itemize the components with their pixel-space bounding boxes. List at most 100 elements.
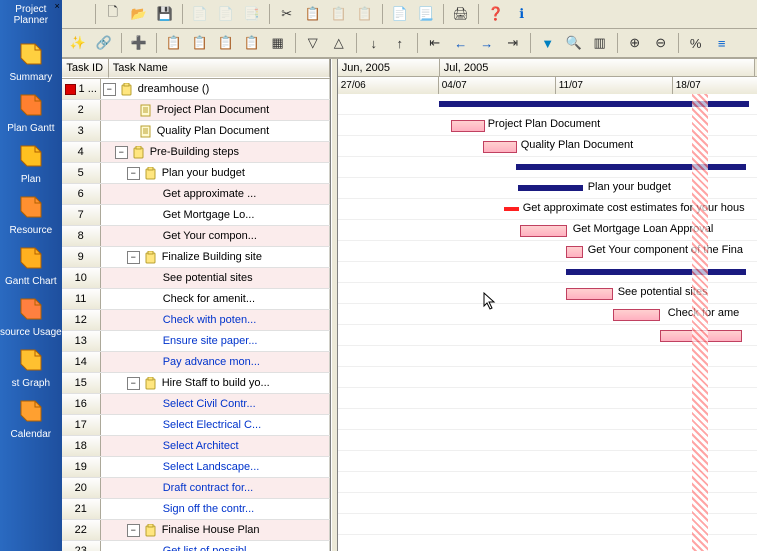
- cell-name[interactable]: Select Electrical C...: [101, 415, 330, 435]
- gantt-row[interactable]: [338, 472, 757, 493]
- gantt-row[interactable]: Get Mortgage Loan Approval: [338, 220, 757, 241]
- gantt-bar[interactable]: [566, 288, 613, 300]
- table-row[interactable]: 15−Hire Staff to build yo...: [62, 373, 330, 394]
- cell-name[interactable]: Select Civil Contr...: [101, 394, 330, 414]
- gantt-row[interactable]: [338, 325, 757, 346]
- table-row[interactable]: 20Draft contract for...: [62, 478, 330, 499]
- gantt-row[interactable]: See potential sites: [338, 283, 757, 304]
- table-row[interactable]: 21Sign off the contr...: [62, 499, 330, 520]
- cell-id[interactable]: 17: [62, 415, 101, 435]
- gantt-bar[interactable]: [451, 120, 485, 132]
- cell-name[interactable]: −Pre-Building steps: [101, 142, 330, 162]
- cell-name[interactable]: Pay advance mon...: [101, 352, 330, 372]
- blank-button[interactable]: [66, 2, 90, 26]
- sidebar-item-gantt[interactable]: Plan Gantt: [0, 89, 62, 134]
- gantt-row[interactable]: [338, 367, 757, 388]
- table-row[interactable]: 12Check with poten...: [62, 310, 330, 331]
- cell-name[interactable]: See potential sites: [101, 268, 330, 288]
- cell-name[interactable]: Ensure site paper...: [101, 331, 330, 351]
- gantt-row[interactable]: [338, 94, 757, 115]
- gantt-bar[interactable]: [660, 330, 742, 342]
- table-row[interactable]: 5−Plan your budget: [62, 163, 330, 184]
- tree-expander[interactable]: −: [127, 377, 140, 390]
- gantt-row[interactable]: [338, 262, 757, 283]
- cell-id[interactable]: 19: [62, 457, 101, 477]
- zoomin-button[interactable]: ⊕: [623, 31, 647, 55]
- gantt-row[interactable]: [338, 493, 757, 514]
- grid-button[interactable]: ▦: [266, 31, 290, 55]
- cell-name[interactable]: Get list of possibl...: [101, 541, 330, 551]
- down-button[interactable]: ↓: [362, 31, 386, 55]
- gantt-row[interactable]: Get approximate cost estimates for your …: [338, 199, 757, 220]
- cell-id[interactable]: 22: [62, 520, 101, 540]
- cell-id[interactable]: 1 ...: [62, 79, 101, 99]
- gantt-row[interactable]: [338, 388, 757, 409]
- cell-id[interactable]: 10: [62, 268, 101, 288]
- table-row[interactable]: 19Select Landscape...: [62, 457, 330, 478]
- gantt-bar[interactable]: [516, 164, 746, 170]
- gantt-bar[interactable]: [439, 101, 749, 107]
- table-row[interactable]: 1 ...−dreamhouse (): [62, 79, 330, 100]
- table-row[interactable]: 16Select Civil Contr...: [62, 394, 330, 415]
- cell-name[interactable]: −dreamhouse (): [101, 79, 330, 99]
- cell-id[interactable]: 21: [62, 499, 101, 519]
- cell-id[interactable]: 8: [62, 226, 101, 246]
- sidebar-close-x[interactable]: ×: [54, 1, 59, 11]
- cell-name[interactable]: Project Plan Document: [101, 100, 330, 120]
- sidebar-item-summary[interactable]: Summary: [0, 38, 62, 83]
- table-row[interactable]: 2Project Plan Document: [62, 100, 330, 121]
- cell-id[interactable]: 2: [62, 100, 101, 120]
- gantt-row[interactable]: Check for ame: [338, 304, 757, 325]
- gantt-bar[interactable]: [518, 185, 583, 191]
- col-header-name[interactable]: Task Name: [109, 59, 330, 78]
- open-button[interactable]: 📂: [127, 2, 151, 26]
- gantt-row[interactable]: [338, 157, 757, 178]
- table-row[interactable]: 8Get Your compon...: [62, 226, 330, 247]
- cell-name[interactable]: −Hire Staff to build yo...: [101, 373, 330, 393]
- gantt-row[interactable]: [338, 430, 757, 451]
- tree-expander[interactable]: −: [115, 146, 128, 159]
- sidebar-item-calendar[interactable]: Calendar: [0, 395, 62, 440]
- new-button[interactable]: 🗋: [101, 2, 125, 26]
- gantt-bar[interactable]: [504, 207, 519, 211]
- tree-expander[interactable]: −: [127, 251, 140, 264]
- gantt-row[interactable]: [338, 535, 757, 551]
- gantt-bar[interactable]: [566, 246, 583, 258]
- cell-id[interactable]: 3: [62, 121, 101, 141]
- sidebar-item-ganttchart[interactable]: Gantt Chart: [0, 242, 62, 287]
- gantt-row[interactable]: Plan your budget: [338, 178, 757, 199]
- cell-id[interactable]: 23: [62, 541, 101, 551]
- task2-button[interactable]: 📋: [188, 31, 212, 55]
- print-button[interactable]: 🖨: [449, 2, 473, 26]
- sidebar-item-resource[interactable]: Resource: [0, 191, 62, 236]
- info-button[interactable]: ℹ: [510, 2, 534, 26]
- table-row[interactable]: 10See potential sites: [62, 268, 330, 289]
- cell-id[interactable]: 9: [62, 247, 101, 267]
- expand-button[interactable]: △: [327, 31, 351, 55]
- cell-name[interactable]: Quality Plan Document: [101, 121, 330, 141]
- gantt-bar[interactable]: [520, 225, 567, 237]
- wizard-button[interactable]: ✨: [66, 31, 90, 55]
- last-button[interactable]: ⇥: [501, 31, 525, 55]
- percent-button[interactable]: %: [684, 31, 708, 55]
- insert-row-button[interactable]: ➕: [127, 31, 151, 55]
- cell-name[interactable]: Draft contract for...: [101, 478, 330, 498]
- cell-id[interactable]: 16: [62, 394, 101, 414]
- table-row[interactable]: 14Pay advance mon...: [62, 352, 330, 373]
- save-button[interactable]: 💾: [153, 2, 177, 26]
- table-row[interactable]: 11Check for amenit...: [62, 289, 330, 310]
- link-button[interactable]: 🔗: [92, 31, 116, 55]
- task4-button[interactable]: 📋: [240, 31, 264, 55]
- cell-id[interactable]: 20: [62, 478, 101, 498]
- cell-name[interactable]: Select Landscape...: [101, 457, 330, 477]
- help-button[interactable]: ❓: [484, 2, 508, 26]
- cell-name[interactable]: Select Architect: [101, 436, 330, 456]
- first-button[interactable]: ⇤: [423, 31, 447, 55]
- table-row[interactable]: 17Select Electrical C...: [62, 415, 330, 436]
- cell-name[interactable]: Get Your compon...: [101, 226, 330, 246]
- cell-id[interactable]: 13: [62, 331, 101, 351]
- cell-id[interactable]: 11: [62, 289, 101, 309]
- cell-id[interactable]: 6: [62, 184, 101, 204]
- up-button[interactable]: ↑: [388, 31, 412, 55]
- gantt-row[interactable]: Get Your component of the Fina: [338, 241, 757, 262]
